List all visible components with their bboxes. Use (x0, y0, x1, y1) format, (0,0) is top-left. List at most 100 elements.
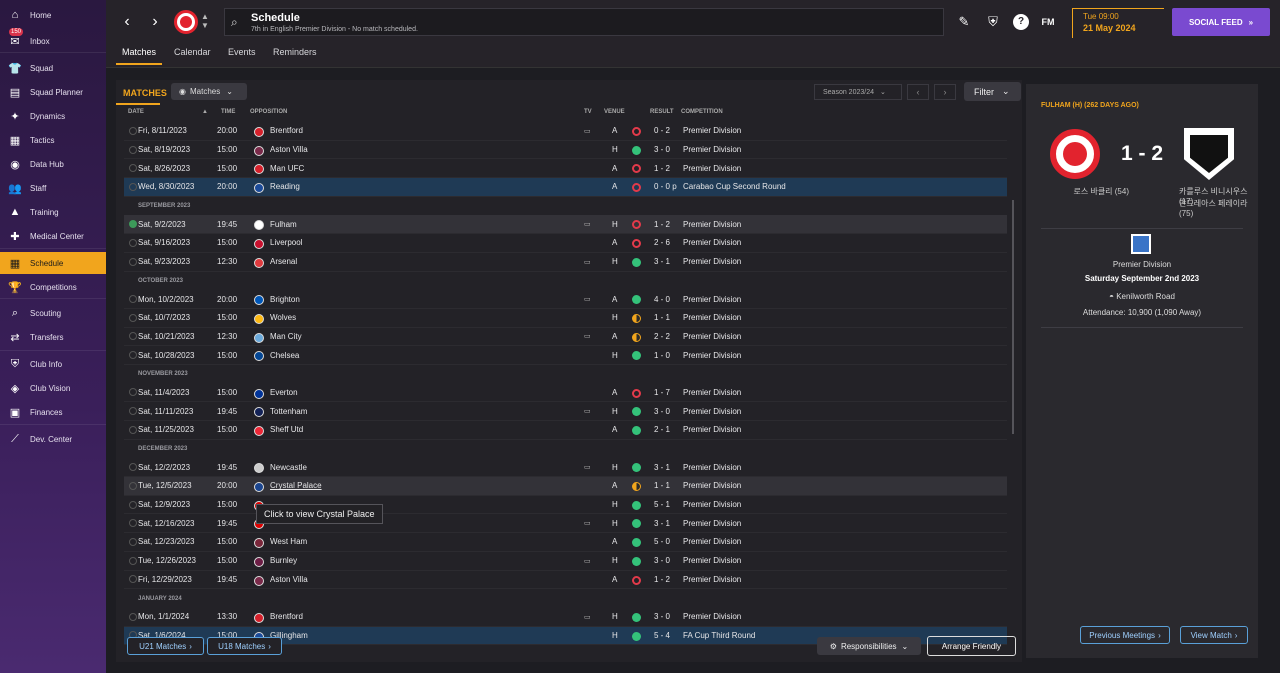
col-tv[interactable]: TV (584, 109, 592, 115)
opposition-name[interactable]: Man UFC (270, 164, 304, 173)
sidebar-item-medical-center[interactable]: ✚ Medical Center (0, 225, 106, 247)
match-score[interactable]: 1 - 2 (654, 164, 670, 173)
match-score[interactable]: 0 - 2 (654, 126, 670, 135)
competition-name[interactable]: Premier Division (683, 519, 741, 528)
match-score[interactable]: 1 - 0 (654, 351, 670, 360)
tab-events[interactable]: Events (228, 47, 256, 57)
fm-logo-icon[interactable]: FM (1040, 14, 1056, 30)
opposition-name[interactable]: Fulham (270, 220, 297, 229)
competition-name[interactable]: FA Cup Third Round (683, 631, 755, 640)
competition-name[interactable]: Premier Division (683, 257, 741, 266)
table-row[interactable]: Sat, 11/11/2023 19:45 Tottenham ▭ H 3 - 0 Prem… (124, 402, 1007, 421)
row-checkbox[interactable] (129, 500, 137, 509)
opposition-name[interactable]: Tottenham (270, 407, 307, 416)
competition-name[interactable]: Premier Division (683, 295, 741, 304)
competition-name[interactable]: Premier Division (683, 537, 741, 546)
sidebar-item-schedule[interactable]: ▦ Schedule (0, 252, 106, 274)
table-row[interactable]: Sat, 10/21/2023 12:30 Man City ▭ A 2 - 2 Premi… (124, 328, 1007, 347)
match-score[interactable]: 1 - 1 (654, 313, 670, 322)
opposition-name[interactable]: West Ham (270, 537, 307, 546)
sidebar-item-dynamics[interactable]: ✦ Dynamics (0, 105, 106, 127)
sidebar-item-inbox[interactable]: ✉ 150 Inbox (0, 28, 106, 52)
responsibilities-button[interactable]: ⚙ Responsibilities ⌄ (817, 637, 921, 655)
row-checkbox[interactable] (129, 145, 137, 154)
row-checkbox[interactable] (129, 388, 137, 397)
row-checkbox[interactable] (129, 182, 137, 191)
competition-name[interactable]: Premier Division (683, 145, 741, 154)
col-time[interactable]: TIME (221, 109, 235, 115)
row-checkbox[interactable] (129, 556, 137, 565)
competition-name[interactable]: Premier Division (683, 407, 741, 416)
table-row[interactable]: Sat, 12/23/2023 15:00 West Ham A 5 - 0 Premie… (124, 533, 1007, 552)
tab-calendar[interactable]: Calendar (174, 47, 211, 57)
table-row[interactable]: Fri, 12/29/2023 19:45 Aston Villa A 1 - 2 Pre… (124, 571, 1007, 590)
table-row[interactable]: Sat, 10/7/2023 15:00 Wolves H 1 - 1 Premier D… (124, 309, 1007, 328)
table-row[interactable]: Sat, 8/26/2023 15:00 Man UFC A 1 - 2 Premier … (124, 159, 1007, 179)
away-scorer[interactable]: 안드레아스 페레이라 (75) (1179, 198, 1257, 218)
sidebar-item-transfers[interactable]: ⇄ Transfers (0, 326, 106, 348)
season-dropdown[interactable]: Season 2023/24 ⌄ (814, 84, 902, 100)
table-row[interactable]: Sat, 11/4/2023 15:00 Everton A 1 - 7 Premier … (124, 384, 1007, 403)
opposition-name[interactable]: Man City (270, 332, 302, 341)
sidebar-item-squad-planner[interactable]: ▤ Squad Planner (0, 81, 106, 103)
match-score[interactable]: 2 - 2 (654, 332, 670, 341)
competition-name[interactable]: Premier Division (683, 332, 741, 341)
tab-reminders[interactable]: Reminders (273, 47, 317, 57)
match-score[interactable]: 1 - 2 (654, 575, 670, 584)
arrange-friendly-button[interactable]: Arrange Friendly (927, 636, 1016, 656)
back-arrow-icon[interactable]: ‹ (120, 14, 134, 30)
opposition-name[interactable]: Liverpool (270, 238, 302, 247)
opposition-name[interactable]: Newcastle (270, 463, 307, 472)
u21-matches-button[interactable]: U21 Matches › (127, 637, 204, 655)
row-checkbox[interactable] (129, 425, 137, 434)
competition-name[interactable]: Premier Division (1026, 260, 1258, 269)
match-score[interactable]: 4 - 0 (654, 295, 670, 304)
opposition-name[interactable]: Brentford (270, 612, 303, 621)
match-score[interactable]: 3 - 0 (654, 612, 670, 621)
table-row[interactable]: Fri, 8/11/2023 20:00 Brentford ▭ A 0 - 2 Premi… (124, 122, 1007, 141)
match-score[interactable]: 0 - 0 p (654, 182, 677, 191)
opposition-name[interactable]: Sheff Utd (270, 425, 303, 434)
opposition-name[interactable]: Aston Villa (270, 145, 308, 154)
club-switch-icon[interactable]: ▲ ▼ (201, 12, 209, 30)
sidebar-item-data-hub[interactable]: ◉ Data Hub (0, 153, 106, 175)
competition-name[interactable]: Premier Division (683, 612, 741, 621)
table-row[interactable]: Mon, 10/2/2023 20:00 Brighton ▭ A 4 - 0 Premie… (124, 290, 1007, 309)
club-crest-icon[interactable]: ⛨ (985, 14, 1001, 30)
opposition-name[interactable]: Brighton (270, 295, 300, 304)
date-box[interactable]: Tue 09:00 21 May 2024 (1072, 8, 1164, 38)
sidebar-item-competitions[interactable]: 🏆 Competitions (0, 276, 106, 298)
sidebar-item-scouting[interactable]: ⌕ Scouting (0, 302, 106, 324)
competition-name[interactable]: Premier Division (683, 126, 741, 135)
col-date[interactable]: DATE (128, 109, 144, 115)
match-score[interactable]: 1 - 2 (654, 220, 670, 229)
match-score[interactable]: 2 - 6 (654, 238, 670, 247)
table-row[interactable]: Sat, 9/16/2023 15:00 Liverpool A 2 - 6 Premie… (124, 234, 1007, 253)
match-score[interactable]: 3 - 0 (654, 556, 670, 565)
table-row[interactable]: Sat, 9/23/2023 12:30 Arsenal ▭ H 3 - 1 Premier… (124, 253, 1007, 272)
edit-icon[interactable]: ✎ (956, 14, 972, 30)
match-score[interactable]: 5 - 1 (654, 500, 670, 509)
previous-meetings-button[interactable]: Previous Meetings › (1080, 626, 1170, 644)
competition-name[interactable]: Premier Division (683, 481, 741, 490)
opposition-name[interactable]: Wolves (270, 313, 296, 322)
col-venue[interactable]: VENUE (604, 109, 625, 115)
prev-page-icon[interactable]: ‹ (907, 84, 929, 100)
row-checkbox[interactable] (129, 126, 137, 135)
table-row[interactable]: Tue, 12/5/2023 20:00 Crystal Palace A 1 - 1 P… (124, 477, 1007, 496)
match-score[interactable]: 3 - 1 (654, 519, 670, 528)
sidebar-item-club-vision[interactable]: ◈ Club Vision (0, 377, 106, 399)
competition-name[interactable]: Premier Division (683, 220, 741, 229)
competition-name[interactable]: Premier Division (683, 500, 741, 509)
sidebar-item-dev-center[interactable]: ⟋ Dev. Center (0, 428, 106, 450)
row-checkbox[interactable] (129, 575, 137, 584)
col-opposition[interactable]: OPPOSITION (250, 109, 287, 115)
table-row[interactable]: Sat, 10/28/2023 15:00 Chelsea H 1 - 0 Premier… (124, 346, 1007, 365)
match-score[interactable]: 3 - 0 (654, 407, 670, 416)
row-checkbox[interactable] (129, 164, 137, 173)
sort-asc-icon[interactable]: ▲ (202, 109, 208, 115)
row-checkbox[interactable] (129, 463, 137, 472)
home-scorer[interactable]: 로스 바클리 (54) (1041, 186, 1129, 197)
row-checkbox[interactable] (129, 220, 137, 229)
row-checkbox[interactable] (129, 313, 137, 322)
